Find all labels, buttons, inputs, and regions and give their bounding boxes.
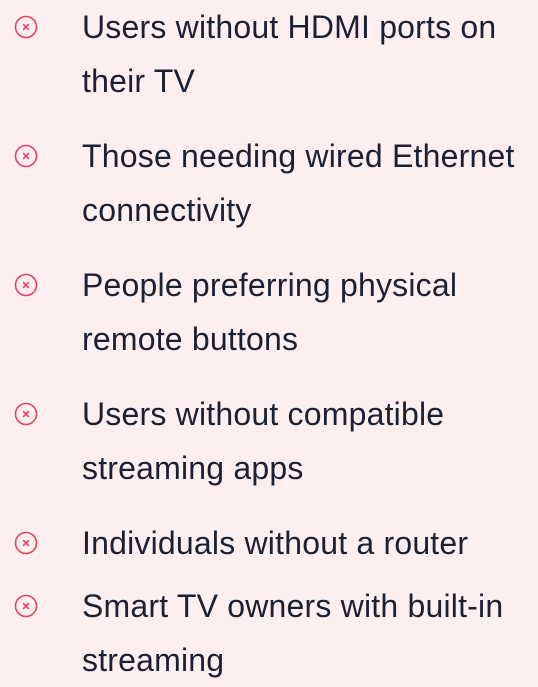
list-item: Users without HDMI ports on their TV xyxy=(0,6,538,106)
list-item-label: Users without HDMI ports on their TV xyxy=(82,9,497,99)
list-item: Those needing wired Ethernet connectivit… xyxy=(0,135,538,235)
list-item-label: Users without compatible streaming apps xyxy=(82,396,445,486)
list-item-label: Smart TV owners with built-in streaming xyxy=(82,588,504,678)
list-item: Users without compatible streaming apps xyxy=(0,393,538,493)
list-item: Individuals without a router xyxy=(0,522,538,572)
x-circle-icon xyxy=(14,144,38,168)
list-item-label: People preferring physical remote button… xyxy=(82,267,458,357)
list-item: Smart TV owners with built-in streaming xyxy=(0,585,538,682)
list-item: People preferring physical remote button… xyxy=(0,264,538,364)
x-circle-icon xyxy=(14,531,38,555)
x-circle-icon xyxy=(14,402,38,426)
x-circle-icon xyxy=(14,273,38,297)
list-item-label: Those needing wired Ethernet connectivit… xyxy=(82,138,515,228)
list-item-label: Individuals without a router xyxy=(82,525,469,561)
x-circle-icon xyxy=(14,594,38,618)
x-circle-icon xyxy=(14,15,38,39)
